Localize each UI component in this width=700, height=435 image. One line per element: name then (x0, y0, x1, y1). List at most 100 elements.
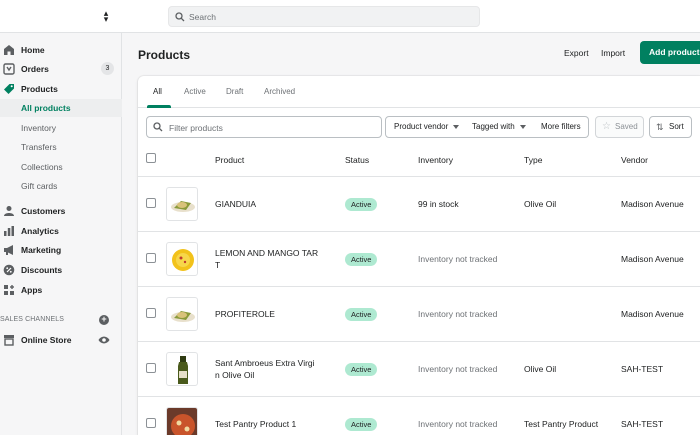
saved-label: Saved (615, 122, 638, 131)
select-all-checkbox[interactable] (146, 153, 156, 163)
import-button[interactable]: Import (601, 48, 625, 58)
sidebar-item-collections[interactable]: Collections (0, 158, 122, 176)
filter-placeholder: Filter products (169, 123, 223, 133)
tab-active[interactable]: Active (184, 87, 206, 96)
inventory-value: Inventory not tracked (418, 419, 498, 429)
tab-all[interactable]: All (153, 87, 162, 96)
home-icon (4, 45, 14, 55)
status-badge: Active (345, 253, 378, 266)
sidebar-item-orders[interactable]: Orders 3 (0, 60, 122, 78)
chevron-down-icon (453, 124, 460, 129)
sidebar-item-label: Online Store (21, 335, 72, 345)
active-tab-indicator (147, 105, 171, 108)
sidebar: Home Orders 3 Products All products Inve… (0, 33, 122, 435)
store-switcher-chevron-icon[interactable]: ▴ ▾ (100, 9, 112, 24)
sidebar-item-home[interactable]: Home (0, 41, 122, 59)
sidebar-item-label: All products (21, 103, 71, 113)
product-name[interactable]: LEMON AND MANGO TAR T (215, 247, 318, 271)
column-header-type[interactable]: Type (524, 155, 542, 165)
saved-button[interactable]: ☆ Saved (595, 116, 644, 138)
eye-icon[interactable] (98, 335, 110, 345)
sidebar-item-label: Customers (21, 206, 66, 216)
tab-archived[interactable]: Archived (264, 87, 295, 96)
sidebar-item-discounts[interactable]: Discounts (0, 261, 122, 279)
table-row[interactable]: PROFITEROLE Active Inventory not tracked… (138, 287, 700, 342)
vendor-value: Madison Avenue (621, 309, 684, 319)
sidebar-item-all-products[interactable]: All products (0, 99, 122, 117)
status-badge: Active (345, 418, 378, 431)
sidebar-item-analytics[interactable]: Analytics (0, 222, 122, 240)
column-header-product[interactable]: Product (215, 155, 244, 165)
sidebar-item-label: Analytics (21, 226, 59, 236)
sort-label: Sort (669, 122, 684, 131)
orders-count-badge: 3 (101, 62, 114, 75)
status-badge: Active (345, 363, 378, 376)
export-button[interactable]: Export (564, 48, 589, 58)
sidebar-item-label: Collections (21, 162, 63, 172)
vendor-value: Madison Avenue (621, 254, 684, 264)
sidebar-item-inventory[interactable]: Inventory (0, 119, 122, 137)
store-icon (4, 335, 14, 346)
tagged-with-filter[interactable]: Tagged with (464, 116, 534, 138)
sidebar-item-label: Marketing (21, 245, 62, 255)
sidebar-item-transfers[interactable]: Transfers (0, 138, 122, 156)
type-value: Olive Oil (524, 364, 557, 374)
product-name[interactable]: GIANDUIA (215, 198, 256, 210)
column-header-vendor[interactable]: Vendor (621, 155, 648, 165)
table-row[interactable]: Sant Ambroeus Extra Virgi n Olive Oil Ac… (138, 342, 700, 397)
sidebar-item-products[interactable]: Products (0, 80, 122, 98)
column-header-inventory[interactable]: Inventory (418, 155, 453, 165)
filter-products-input[interactable]: Filter products (146, 116, 382, 138)
tagged-with-label: Tagged with (472, 122, 515, 131)
add-product-button[interactable]: Add product (640, 41, 700, 64)
search-bar[interactable]: Search (168, 6, 480, 27)
sort-arrows-icon: ⇅ (656, 122, 664, 132)
row-checkbox[interactable] (146, 363, 156, 373)
product-vendor-label: Product vendor (394, 122, 449, 131)
column-header-status[interactable]: Status (345, 155, 369, 165)
more-filters-button[interactable]: More filters (533, 116, 589, 138)
sidebar-item-label: Orders (21, 64, 49, 74)
bar-chart-icon (4, 226, 14, 236)
sidebar-item-gift-cards[interactable]: Gift cards (0, 177, 122, 195)
vendor-value: Madison Avenue (621, 199, 684, 209)
sidebar-item-customers[interactable]: Customers (0, 202, 122, 220)
sidebar-item-label: Products (21, 84, 58, 94)
product-thumbnail[interactable] (166, 407, 198, 435)
sidebar-item-marketing[interactable]: Marketing (0, 241, 122, 259)
add-sales-channel-plus-icon[interactable]: + (99, 315, 109, 325)
product-thumbnail[interactable] (166, 242, 198, 276)
star-icon: ☆ (602, 121, 611, 132)
sidebar-item-label: Transfers (21, 142, 57, 152)
table-row[interactable]: GIANDUIA Active 99 in stock Olive Oil Ma… (138, 177, 700, 232)
sort-button[interactable]: ⇅ Sort (649, 116, 692, 138)
chevron-down-icon (519, 124, 526, 129)
product-name[interactable]: Sant Ambroeus Extra Virgi n Olive Oil (215, 357, 315, 381)
inventory-value: 99 in stock (418, 199, 459, 209)
search-icon (175, 12, 185, 22)
tab-draft[interactable]: Draft (226, 87, 243, 96)
table-row[interactable]: Test Pantry Product 1 Active Inventory n… (138, 397, 700, 435)
type-value: Olive Oil (524, 199, 557, 209)
row-checkbox[interactable] (146, 253, 156, 263)
type-value: Test Pantry Product (524, 419, 599, 429)
table-header: Product Status Inventory Type Vendor (138, 146, 700, 177)
vendor-value: SAH-TEST (621, 364, 664, 374)
row-checkbox[interactable] (146, 418, 156, 428)
sidebar-item-label: Gift cards (21, 181, 58, 191)
product-thumbnail[interactable] (166, 352, 198, 386)
product-name[interactable]: Test Pantry Product 1 (215, 418, 296, 430)
sales-channels-heading: SALES CHANNELS (0, 316, 65, 323)
product-thumbnail[interactable] (166, 297, 198, 331)
page-title: Products (138, 48, 191, 62)
table-row[interactable]: LEMON AND MANGO TAR T Active Inventory n… (138, 232, 700, 287)
product-vendor-filter[interactable]: Product vendor (385, 116, 465, 138)
row-checkbox[interactable] (146, 308, 156, 318)
product-name[interactable]: PROFITEROLE (215, 308, 275, 320)
inventory-value: Inventory not tracked (418, 364, 498, 374)
product-thumbnail[interactable] (166, 187, 198, 221)
sidebar-item-apps[interactable]: Apps (0, 281, 122, 299)
status-badge: Active (345, 198, 378, 211)
row-checkbox[interactable] (146, 198, 156, 208)
apps-icon (4, 285, 14, 295)
